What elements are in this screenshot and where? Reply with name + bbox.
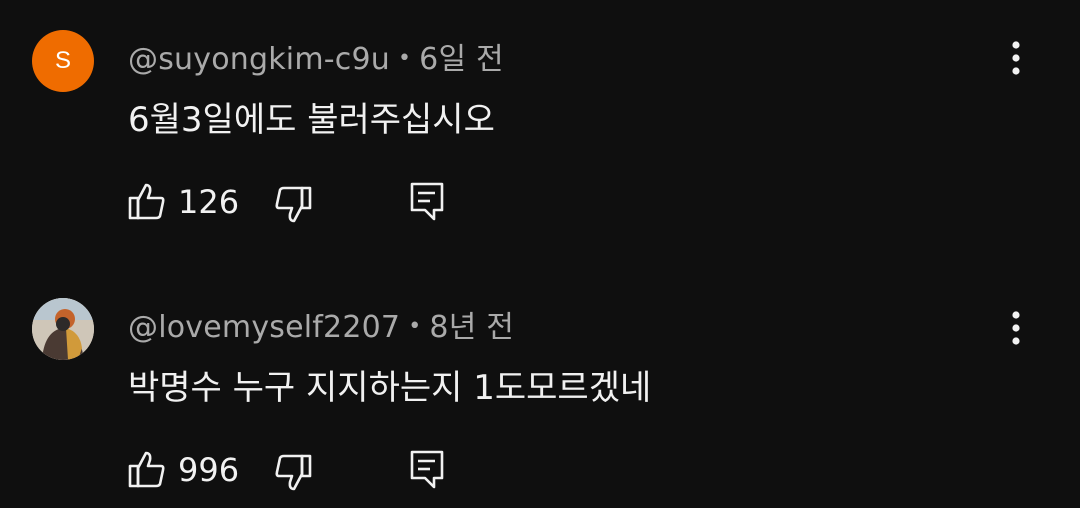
thumbs-up-icon xyxy=(128,183,165,220)
comment-author[interactable]: @suyongkim-c9u xyxy=(128,42,390,77)
avatar[interactable]: S xyxy=(32,30,94,92)
comment-menu-button[interactable] xyxy=(996,38,1036,78)
separator-dot: • xyxy=(397,46,412,71)
comment-age: 6일 전 xyxy=(419,42,504,77)
avatar-letter: S xyxy=(54,47,71,74)
comment-age: 8년 전 xyxy=(429,310,515,345)
avatar-image xyxy=(32,298,94,360)
reply-comment-icon xyxy=(410,182,444,221)
dislike-button[interactable] xyxy=(274,184,312,224)
more-vert-icon xyxy=(1012,41,1020,75)
comment-meta: @lovemyself2207 • 8년 전 xyxy=(128,302,514,346)
separator-dot: • xyxy=(408,314,422,339)
comment-author[interactable]: @lovemyself2207 xyxy=(128,310,400,345)
avatar[interactable] xyxy=(32,298,94,360)
reply-button[interactable] xyxy=(410,182,444,222)
reply-comment-icon xyxy=(410,450,444,489)
like-button[interactable]: 996 xyxy=(128,450,239,490)
thumbs-up-icon xyxy=(128,451,165,488)
thumbs-down-icon xyxy=(275,186,312,223)
thumbs-down-icon xyxy=(275,454,312,491)
comment-item: S @suyongkim-c9u • 6일 전 6월3일에도 불러주십시오 126 xyxy=(0,0,1080,240)
like-button[interactable]: 126 xyxy=(128,182,239,222)
comment-text: 6월3일에도 불러주십시오 xyxy=(128,100,495,140)
comment-meta: @suyongkim-c9u • 6일 전 xyxy=(128,34,504,78)
like-count: 126 xyxy=(178,183,240,221)
comment-menu-button[interactable] xyxy=(996,308,1036,348)
more-vert-icon xyxy=(1012,311,1020,345)
like-count: 996 xyxy=(178,451,240,489)
comment-text: 박명수 누구 지지하는지 1도모르겠네 xyxy=(128,368,652,408)
comment-item: @lovemyself2207 • 8년 전 박명수 누구 지지하는지 1도모르겠네… xyxy=(0,268,1080,508)
dislike-button[interactable] xyxy=(274,452,312,492)
reply-button[interactable] xyxy=(410,450,444,490)
